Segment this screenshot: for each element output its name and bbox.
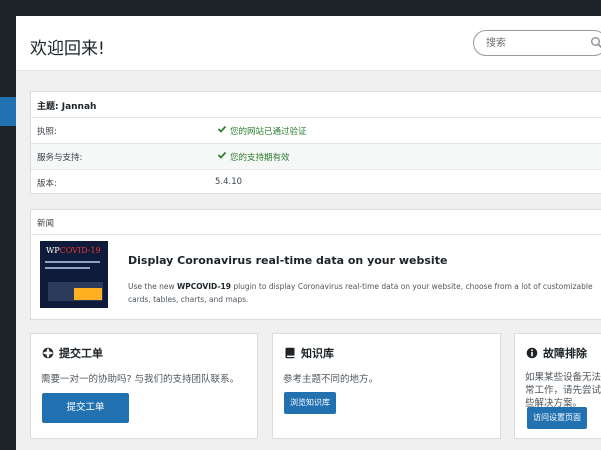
news-desc-plugin: WPCOVID-19 [176,282,231,291]
knowledge-base-box: 知识库 参考主题不同的地方。 浏览知识库 [272,333,501,439]
support-status: 您的支持期有效 [230,153,290,163]
support-row: 服务与支持: 您的支持期有效 [31,143,601,169]
visit-settings-button[interactable]: 访问设置页面 [527,407,587,429]
check-icon [217,125,227,133]
page-title: 欢迎回来! [30,39,105,59]
info-icon [526,347,538,359]
license-status: 您的网站已通过验证 [230,127,307,137]
troubleshooting-box: 故障排除 如果某些设备无法正常工作，请先尝试这些解决方案。 访问设置页面 [514,333,601,439]
search-box[interactable] [473,30,601,56]
knowledge-base-desc: 参考主题不同的地方。 [283,374,379,385]
version-row: 版本: 5.4.10 [31,169,601,195]
page-header: 欢迎回来! [16,16,601,71]
submit-ticket-box: 提交工单 需要一对一的协助吗? 与我们的支持团队联系。 提交工单 [30,333,258,439]
submit-ticket-title: 提交工单 [59,347,103,360]
version-label: 版本: [37,179,57,189]
thumbnail-logo-b: COVID-19 [59,246,101,255]
troubleshooting-desc: 如果某些设备无法正常工作，请先尝试这些解决方案。 [525,372,601,409]
submit-ticket-button[interactable]: 提交工单 [42,393,129,423]
admin-sidebar [0,16,16,450]
check-icon [217,151,227,159]
license-row: 执照: 您的网站已通过验证 [31,117,601,143]
news-heading: 新闻 [37,219,55,229]
sidebar-active-item[interactable] [0,97,16,126]
theme-info-card: 主题: Jannah 执照: 您的网站已通过验证 服务与支持: 您的支持期有效 … [30,91,601,194]
news-desc-prefix: Use the new [128,282,177,291]
news-thumbnail[interactable]: WPCOVID-19 [40,241,108,308]
browse-knowledge-base-button[interactable]: 浏览知识库 [284,392,336,414]
thumbnail-logo-a: WP [46,246,60,255]
theme-title: 主题: Jannah [37,102,97,112]
version-value: 5.4.10 [215,177,243,187]
thumbnail-logo: WPCOVID-19 [46,246,101,255]
book-icon [285,347,295,359]
news-card: 新闻 WPCOVID-19 Display Coronavirus real-t… [30,209,601,320]
life-ring-icon [42,347,54,359]
admin-top-bar [0,0,601,16]
thumbnail-screens [48,282,103,301]
thumbnail-text-line [45,267,90,269]
license-label: 执照: [37,127,57,137]
news-description: Use the new WPCOVID-19 plugin to display… [128,280,601,306]
search-input[interactable] [486,35,586,51]
submit-ticket-desc: 需要一对一的协助吗? 与我们的支持团队联系。 [41,374,240,385]
thumbnail-text-line [45,261,100,263]
news-title[interactable]: Display Coronavirus real-time data on yo… [128,254,447,267]
knowledge-base-title: 知识库 [301,347,334,360]
news-divider [31,234,601,235]
support-label: 服务与支持: [37,153,83,163]
search-icon[interactable] [590,36,601,50]
troubleshooting-title: 故障排除 [543,347,587,360]
